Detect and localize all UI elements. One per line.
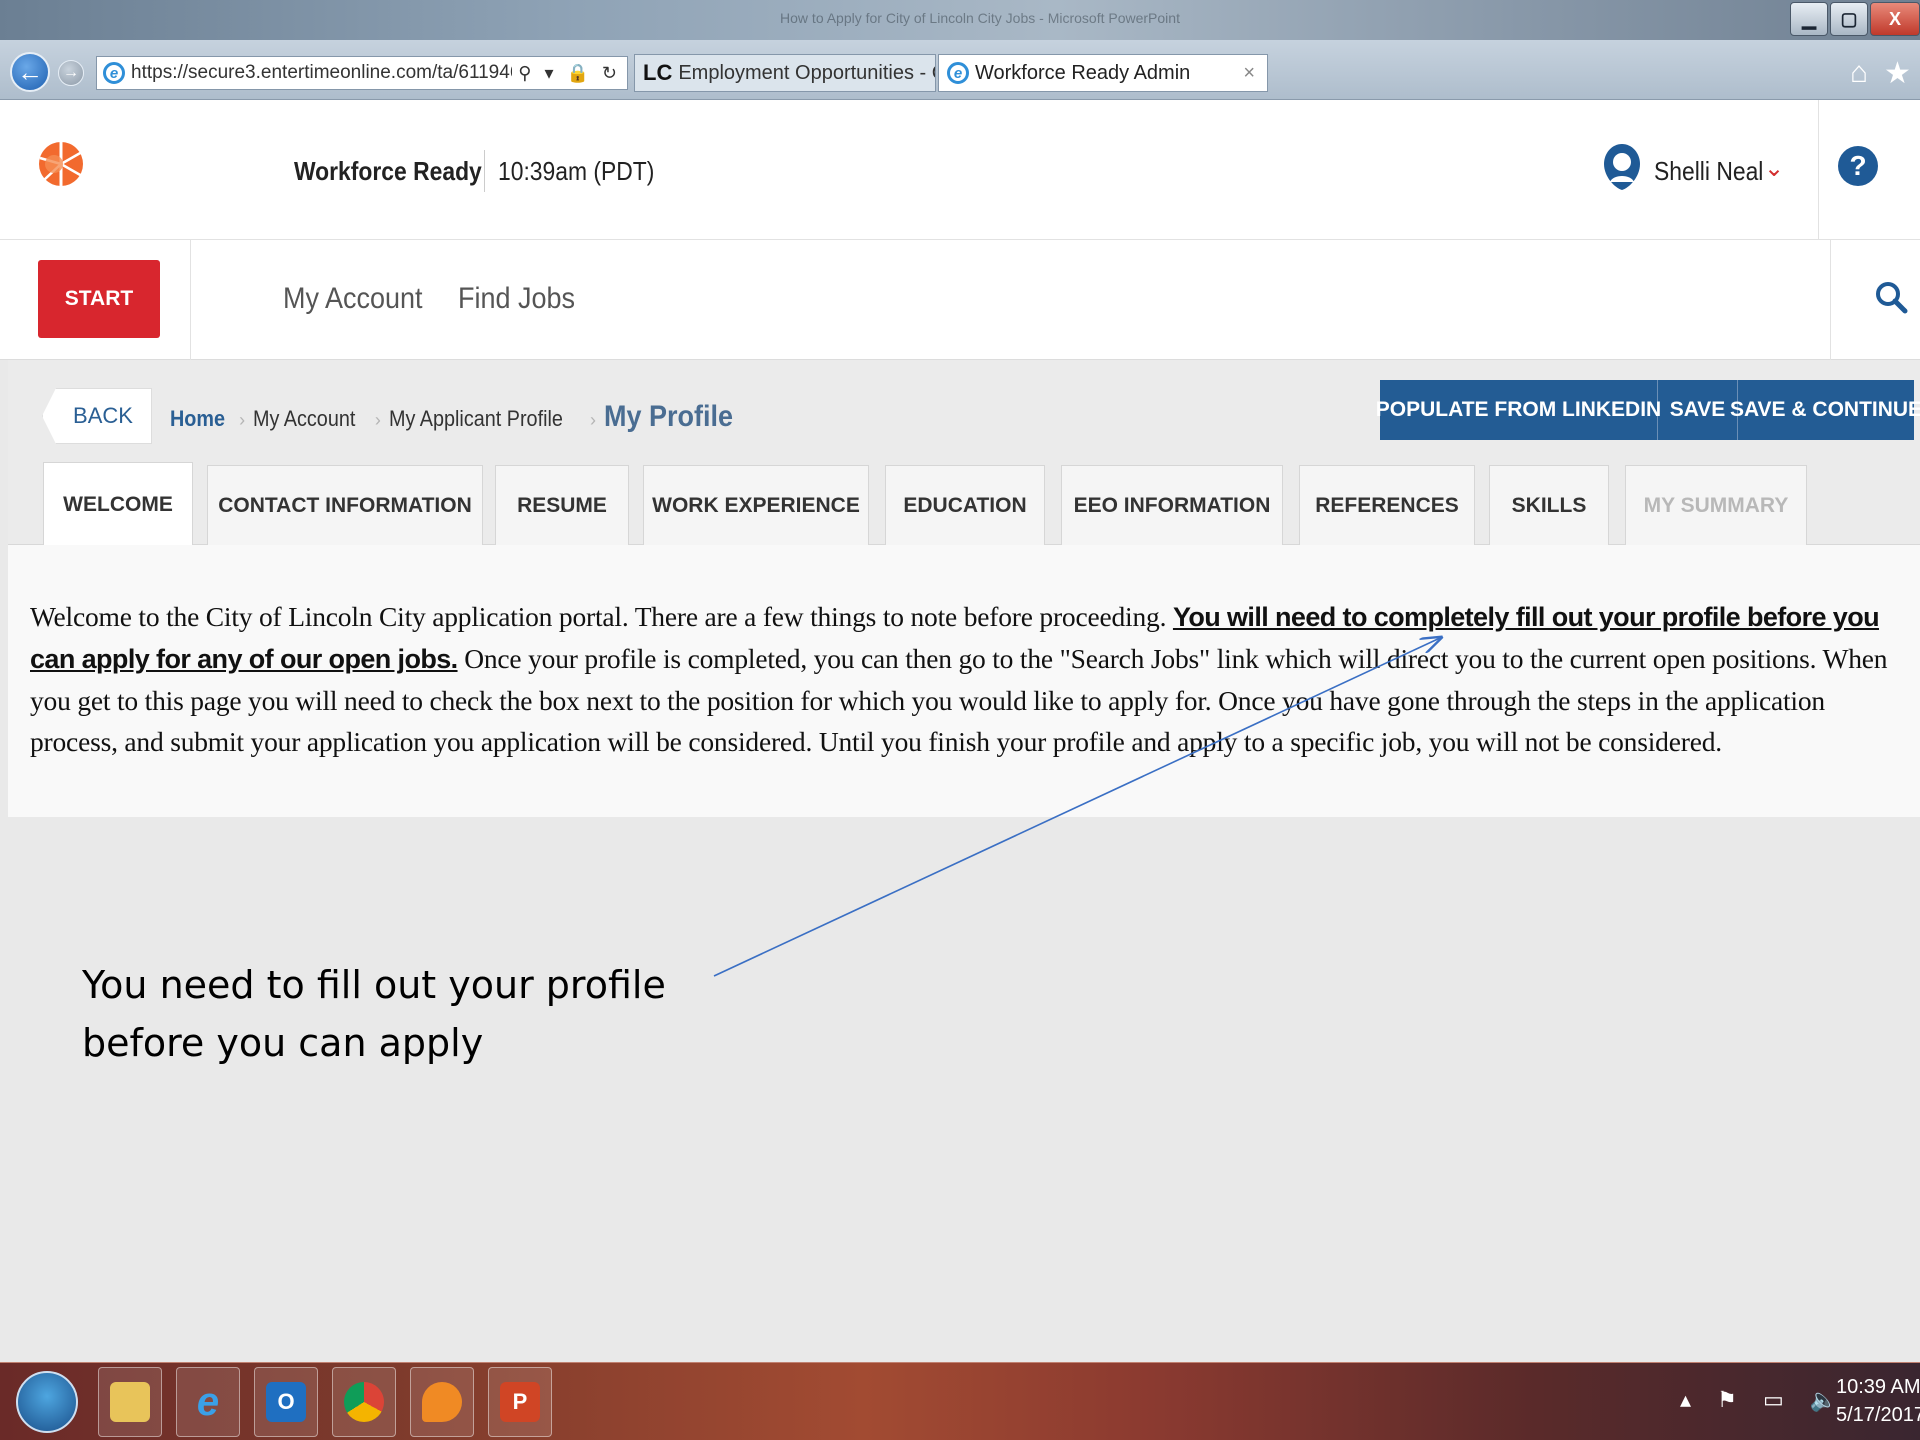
action-button-group: POPULATE FROM LINKEDIN SAVE SAVE & CONTI… bbox=[1376, 380, 1920, 440]
nav-divider bbox=[1830, 240, 1831, 360]
start-button[interactable]: START bbox=[38, 260, 160, 338]
tab-my-summary: MY SUMMARY bbox=[1625, 465, 1807, 545]
populate-linkedin-button[interactable]: POPULATE FROM LINKEDIN bbox=[1376, 380, 1661, 440]
header-clock: 10:39am (PDT) bbox=[498, 156, 655, 186]
breadcrumb-my-account[interactable]: My Account bbox=[253, 406, 355, 432]
profile-toolbar: BACK Home › My Account › My Applicant Pr… bbox=[8, 360, 1920, 546]
breadcrumb-separator: › bbox=[374, 410, 381, 430]
app-name: Workforce Ready bbox=[294, 156, 482, 186]
welcome-text-start: Welcome to the City of Lincoln City appl… bbox=[30, 601, 1173, 632]
nav-divider bbox=[190, 240, 191, 360]
breadcrumb-home[interactable]: Home bbox=[170, 406, 225, 432]
save-continue-button[interactable]: SAVE & CONTINUE bbox=[1730, 380, 1920, 440]
save-button[interactable]: SAVE bbox=[1658, 380, 1738, 440]
home-icon[interactable]: ⌂ bbox=[1850, 56, 1868, 90]
user-avatar-icon[interactable] bbox=[1602, 142, 1642, 192]
firefox-icon[interactable] bbox=[410, 1367, 474, 1437]
app-header: Workforce Ready 10:39am (PDT) Shelli Nea… bbox=[0, 100, 1920, 240]
tab-eeo-information[interactable]: EEO INFORMATION bbox=[1061, 465, 1283, 545]
system-date: 5/17/2017 bbox=[1836, 1404, 1920, 1426]
close-icon: X bbox=[1888, 8, 1901, 29]
tab-resume[interactable]: RESUME bbox=[495, 465, 629, 545]
system-time: 10:39 AM bbox=[1836, 1376, 1920, 1398]
page-title: My Profile bbox=[604, 400, 734, 433]
favorites-star-icon[interactable]: ★ bbox=[1884, 56, 1911, 91]
windows-taskbar: e O P ▴ ⚑ ▭ 🔈 10:39 AM 5/17/2017 bbox=[0, 1362, 1920, 1440]
tab-references[interactable]: REFERENCES bbox=[1299, 465, 1475, 545]
maximize-button[interactable]: ▢ bbox=[1830, 2, 1868, 36]
nav-link-find-jobs[interactable]: Find Jobs bbox=[458, 282, 575, 316]
company-logo[interactable] bbox=[38, 136, 84, 192]
ie-page-icon: e bbox=[103, 62, 125, 84]
chevron-down-icon[interactable]: ⌄ bbox=[1764, 154, 1784, 183]
tab-skills[interactable]: SKILLS bbox=[1489, 465, 1609, 545]
address-bar[interactable]: e https://secure3.entertimeonline.com/ta… bbox=[96, 56, 628, 90]
outlook-icon[interactable]: O bbox=[254, 1367, 318, 1437]
address-url[interactable]: https://secure3.entertimeonline.com/ta/6… bbox=[131, 62, 512, 84]
browser-toolbar: ← → e https://secure3.entertimeonline.co… bbox=[0, 40, 1920, 100]
maximize-icon: ▢ bbox=[1840, 8, 1858, 29]
minimize-icon: ▁ bbox=[1802, 8, 1816, 29]
header-separator bbox=[484, 150, 485, 192]
arrow-left-icon: ← bbox=[17, 56, 43, 87]
browser-tab-workforce[interactable]: e Workforce Ready Admin × bbox=[938, 54, 1268, 92]
powerpoint-icon[interactable]: P bbox=[488, 1367, 552, 1437]
window-titlebar: How to Apply for City of Lincoln City Jo… bbox=[0, 0, 1920, 40]
user-menu-name[interactable]: Shelli Neal bbox=[1654, 156, 1763, 187]
tab-welcome[interactable]: WELCOME bbox=[43, 462, 193, 546]
internet-explorer-icon[interactable]: e bbox=[176, 1367, 240, 1437]
file-explorer-icon[interactable] bbox=[98, 1367, 162, 1437]
tab-title: Employment Opportunities - Ci... bbox=[678, 61, 935, 84]
tab-work-experience[interactable]: WORK EXPERIENCE bbox=[643, 465, 869, 545]
annotation-callout: You need to fill out your profile before… bbox=[82, 963, 666, 1065]
tab-favicon-lc: LC bbox=[643, 60, 673, 85]
search-icon[interactable] bbox=[1874, 280, 1908, 314]
header-divider bbox=[1818, 100, 1819, 240]
breadcrumb-applicant-profile[interactable]: My Applicant Profile bbox=[389, 406, 563, 432]
ie-page-icon: e bbox=[947, 62, 969, 84]
tab-close-icon[interactable]: × bbox=[1243, 62, 1255, 85]
tab-education[interactable]: EDUCATION bbox=[885, 465, 1045, 545]
arrow-right-icon: → bbox=[63, 64, 79, 81]
tab-title: Workforce Ready Admin bbox=[975, 61, 1191, 84]
browser-tab-employment[interactable]: LC Employment Opportunities - Ci... bbox=[634, 54, 936, 92]
main-nav: START My Account Find Jobs bbox=[0, 240, 1920, 360]
tab-contact-information[interactable]: CONTACT INFORMATION bbox=[207, 465, 483, 545]
minimize-button[interactable]: ▁ bbox=[1790, 2, 1828, 36]
breadcrumb-separator: › bbox=[590, 410, 597, 430]
breadcrumb: Home › My Account › My Applicant Profile… bbox=[170, 400, 747, 434]
browser-back-button[interactable]: ← bbox=[10, 52, 50, 92]
system-tray-icons[interactable]: ▴ ⚑ ▭ 🔈 bbox=[1680, 1387, 1847, 1413]
breadcrumb-separator: › bbox=[239, 410, 246, 430]
window-title: How to Apply for City of Lincoln City Jo… bbox=[780, 10, 1180, 26]
welcome-message: Welcome to the City of Lincoln City appl… bbox=[30, 596, 1910, 762]
browser-forward-button[interactable]: → bbox=[58, 60, 84, 86]
windows-start-orb-icon[interactable] bbox=[16, 1371, 78, 1433]
address-actions-icons[interactable]: ⚲ ▾ 🔒 ↻ bbox=[512, 63, 627, 84]
close-window-button[interactable]: X bbox=[1870, 2, 1920, 36]
nav-link-my-account[interactable]: My Account bbox=[283, 282, 423, 316]
system-clock[interactable]: 10:39 AM 5/17/2017 bbox=[1836, 1373, 1920, 1429]
chrome-icon[interactable] bbox=[332, 1367, 396, 1437]
help-icon[interactable]: ? bbox=[1838, 146, 1878, 186]
back-button[interactable]: BACK bbox=[42, 388, 152, 444]
